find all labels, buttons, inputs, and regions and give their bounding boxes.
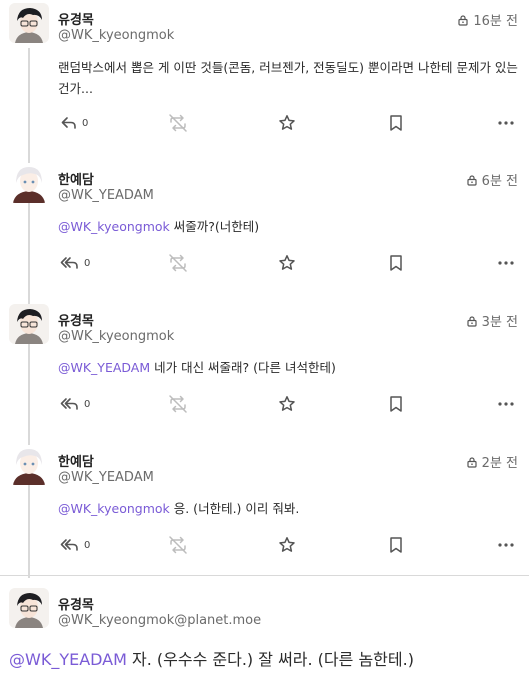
mention-link[interactable]: @WK_YEADAM (9, 650, 127, 669)
lock-icon (457, 14, 469, 26)
display-name[interactable]: 유경목 (58, 310, 94, 329)
display-name[interactable]: 유경목 (58, 9, 94, 28)
mention-link[interactable]: @WK_YEADAM (58, 360, 150, 375)
note-actions: 0 (0, 114, 529, 134)
more-button[interactable] (497, 395, 515, 413)
note-3[interactable]: 유경목 @WK_kyeongmok 3분 전 @WK_YEADAM 네가 대신 … (0, 304, 529, 429)
bookmark-button[interactable] (387, 254, 405, 272)
reply-count: 0 (84, 257, 91, 269)
more-button[interactable] (497, 114, 515, 132)
bookmark-icon (387, 395, 405, 413)
username[interactable]: @WK_kyeongmok (58, 329, 174, 344)
mention-link[interactable]: @WK_kyeongmok (58, 219, 170, 234)
timestamp[interactable]: 16분 전 (457, 10, 518, 29)
lock-icon (466, 174, 478, 186)
avatar[interactable] (9, 588, 49, 628)
reply-count: 0 (82, 117, 89, 129)
reply-icon (60, 114, 78, 132)
display-name[interactable]: 한예담 (58, 169, 94, 188)
note-text: @WK_YEADAM 네가 대신 써줄래? (다른 녀석한테) (58, 357, 520, 378)
focused-note-text: @WK_YEADAM 자. (우수수 준다.) 잘 써라. (다른 놈한테.) (9, 646, 414, 670)
display-name[interactable]: 유경목 (58, 594, 94, 613)
renote-icon (168, 395, 188, 413)
more-icon (497, 395, 515, 413)
star-icon (278, 536, 296, 554)
bookmark-icon (387, 254, 405, 272)
favorite-button[interactable] (278, 114, 296, 132)
timestamp[interactable]: 3분 전 (466, 311, 518, 330)
timestamp[interactable]: 2분 전 (466, 452, 518, 471)
more-icon (497, 114, 515, 132)
avatar[interactable] (9, 304, 49, 344)
mention-link[interactable]: @WK_kyeongmok (58, 501, 170, 516)
time-label: 16분 전 (473, 14, 518, 29)
renote-button[interactable] (168, 536, 188, 554)
username[interactable]: @WK_kyeongmok@planet.moe (58, 613, 261, 628)
star-icon (278, 395, 296, 413)
lock-icon (466, 456, 478, 468)
star-icon (278, 254, 296, 272)
star-icon (278, 114, 296, 132)
avatar[interactable] (9, 445, 49, 485)
time-label: 6분 전 (481, 174, 518, 189)
renote-icon (168, 536, 188, 554)
bookmark-button[interactable] (387, 114, 405, 132)
note-actions: 0 (0, 395, 529, 415)
note-text: @WK_kyeongmok 써줄까?(너한테) (58, 216, 520, 237)
bookmark-icon (387, 114, 405, 132)
reply-button[interactable]: 0 (60, 114, 88, 132)
bookmark-button[interactable] (387, 536, 405, 554)
note-4[interactable]: 한예담 @WK_YEADAM 2분 전 @WK_kyeongmok 응. (너한… (0, 445, 529, 570)
note-actions: 0 (0, 536, 529, 556)
timestamp[interactable]: 6분 전 (466, 170, 518, 189)
more-button[interactable] (497, 254, 515, 272)
bookmark-icon (387, 536, 405, 554)
renote-icon (168, 254, 188, 272)
username[interactable]: @WK_kyeongmok (58, 28, 174, 43)
renote-button[interactable] (168, 395, 188, 413)
reply-button[interactable]: 0 (60, 254, 90, 272)
avatar[interactable] (9, 163, 49, 203)
avatar[interactable] (9, 3, 49, 43)
more-button[interactable] (497, 536, 515, 554)
bookmark-button[interactable] (387, 395, 405, 413)
renote-icon (168, 114, 188, 132)
note-1[interactable]: 유경목 @WK_kyeongmok 16분 전 랜덤박스에서 뽑은 게 이딴 것… (0, 3, 529, 143)
renote-button[interactable] (168, 254, 188, 272)
reply-all-icon (60, 536, 80, 554)
reply-count: 0 (84, 539, 91, 551)
more-icon (497, 536, 515, 554)
note-text: 랜덤박스에서 뽑은 게 이딴 것들(콘돔, 러브젠가, 전동딜도) 뿐이라면 나… (58, 60, 518, 96)
favorite-button[interactable] (278, 536, 296, 554)
reply-count: 0 (84, 398, 91, 410)
lock-icon (466, 315, 478, 327)
note-2[interactable]: 한예담 @WK_YEADAM 6분 전 @WK_kyeongmok 써줄까?(너… (0, 163, 529, 288)
username[interactable]: @WK_YEADAM (58, 188, 154, 203)
reply-button[interactable]: 0 (60, 395, 90, 413)
username[interactable]: @WK_YEADAM (58, 470, 154, 485)
favorite-button[interactable] (278, 395, 296, 413)
time-label: 2분 전 (481, 456, 518, 471)
reply-all-icon (60, 395, 80, 413)
reply-button[interactable]: 0 (60, 536, 90, 554)
note-actions: 0 (0, 254, 529, 274)
note-body: 써줄까?(너한테) (169, 219, 260, 234)
note-body: 자. (우수수 준다.) 잘 써라. (다른 놈한테.) (126, 650, 414, 669)
focused-note[interactable]: 유경목 @WK_kyeongmok@planet.moe (0, 588, 529, 685)
note-body: 응. (너한테.) 이리 줘봐. (169, 501, 300, 516)
favorite-button[interactable] (278, 254, 296, 272)
more-icon (497, 254, 515, 272)
display-name[interactable]: 한예담 (58, 451, 94, 470)
reply-all-icon (60, 254, 80, 272)
note-text: @WK_kyeongmok 응. (너한테.) 이리 줘봐. (58, 498, 520, 519)
note-body: 네가 대신 써줄래? (다른 녀석한테) (150, 360, 336, 375)
renote-button[interactable] (168, 114, 188, 132)
divider (0, 575, 529, 576)
time-label: 3분 전 (481, 315, 518, 330)
